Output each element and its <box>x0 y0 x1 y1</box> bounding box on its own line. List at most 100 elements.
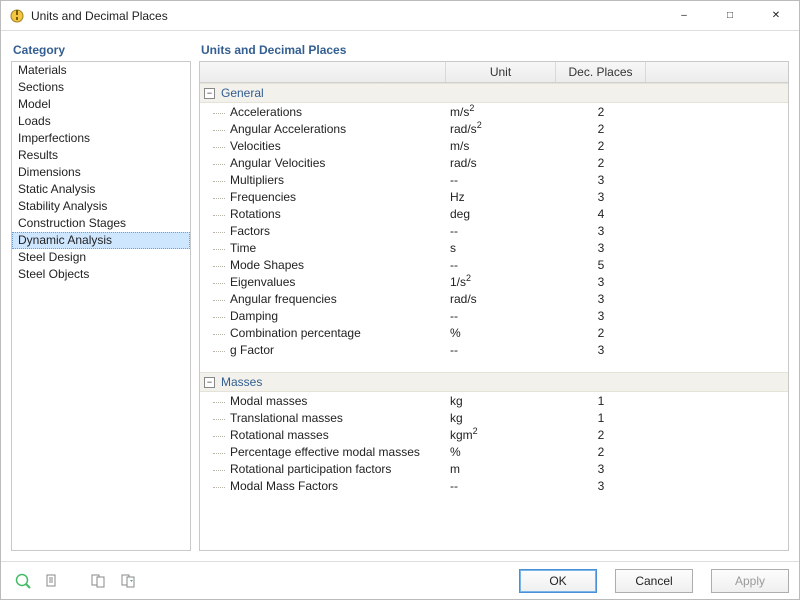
table-row[interactable]: Times3 <box>200 239 788 256</box>
cell-unit[interactable]: kg <box>446 411 556 425</box>
table-row[interactable]: Percentage effective modal masses%2 <box>200 443 788 460</box>
cell-dec[interactable]: 3 <box>556 343 646 357</box>
cell-dec[interactable]: 1 <box>556 411 646 425</box>
cell-name: Eigenvalues <box>200 275 446 289</box>
cell-unit[interactable]: Hz <box>446 190 556 204</box>
save-profile-button[interactable] <box>117 569 141 593</box>
cancel-button[interactable]: Cancel <box>615 569 693 593</box>
minimize-button[interactable]: – <box>661 1 707 31</box>
cell-name: Time <box>200 241 446 255</box>
sidebar-item[interactable]: Model <box>12 96 190 113</box>
ok-button[interactable]: OK <box>519 569 597 593</box>
table-row[interactable]: Angular frequenciesrad/s3 <box>200 290 788 307</box>
cell-dec[interactable]: 2 <box>556 105 646 119</box>
cell-dec[interactable]: 2 <box>556 428 646 442</box>
table-header: Unit Dec. Places <box>200 62 788 83</box>
table-row[interactable]: Modal masseskg1 <box>200 392 788 409</box>
cell-unit[interactable]: -- <box>446 224 556 238</box>
cell-unit[interactable]: rad/s <box>446 156 556 170</box>
close-button[interactable]: ✕ <box>753 1 799 31</box>
cell-unit[interactable]: -- <box>446 479 556 493</box>
apply-button[interactable]: Apply <box>711 569 789 593</box>
cell-unit[interactable]: deg <box>446 207 556 221</box>
table-row[interactable]: Multipliers--3 <box>200 171 788 188</box>
cell-dec[interactable]: 4 <box>556 207 646 221</box>
cell-unit[interactable]: m <box>446 462 556 476</box>
cell-dec[interactable]: 3 <box>556 241 646 255</box>
sidebar-item[interactable]: Imperfections <box>12 130 190 147</box>
table-row[interactable]: Modal Mass Factors--3 <box>200 477 788 494</box>
cell-dec[interactable]: 2 <box>556 156 646 170</box>
cell-dec[interactable]: 3 <box>556 309 646 323</box>
sidebar-item[interactable]: Static Analysis <box>12 181 190 198</box>
table-row[interactable]: Combination percentage%2 <box>200 324 788 341</box>
load-profile-button[interactable] <box>87 569 111 593</box>
maximize-button[interactable]: □ <box>707 1 753 31</box>
sidebar-item[interactable]: Sections <box>12 79 190 96</box>
sidebar-item[interactable]: Results <box>12 147 190 164</box>
cell-unit[interactable]: -- <box>446 258 556 272</box>
defaults-button[interactable] <box>41 569 65 593</box>
cell-unit[interactable]: kg <box>446 394 556 408</box>
table-row[interactable]: Factors--3 <box>200 222 788 239</box>
cell-unit[interactable]: % <box>446 326 556 340</box>
cell-dec[interactable]: 3 <box>556 173 646 187</box>
cell-dec[interactable]: 3 <box>556 462 646 476</box>
sidebar-item[interactable]: Dimensions <box>12 164 190 181</box>
sidebar-item[interactable]: Steel Design <box>12 249 190 266</box>
cell-unit[interactable]: m/s <box>446 139 556 153</box>
cell-name: Rotational participation factors <box>200 462 446 476</box>
cell-dec[interactable]: 3 <box>556 275 646 289</box>
cell-dec[interactable]: 1 <box>556 394 646 408</box>
sidebar-item[interactable]: Steel Objects <box>12 266 190 283</box>
sidebar-item[interactable]: Construction Stages <box>12 215 190 232</box>
sidebar-item[interactable]: Materials <box>12 62 190 79</box>
cell-unit[interactable]: -- <box>446 173 556 187</box>
cell-unit[interactable]: s <box>446 241 556 255</box>
cell-dec[interactable]: 3 <box>556 292 646 306</box>
table-row[interactable]: Accelerationsm/s22 <box>200 103 788 120</box>
cell-name: Translational masses <box>200 411 446 425</box>
collapse-icon[interactable]: − <box>204 88 215 99</box>
cell-dec[interactable]: 2 <box>556 139 646 153</box>
table-row[interactable]: Translational masseskg1 <box>200 409 788 426</box>
table-row[interactable]: Rotational participation factorsm3 <box>200 460 788 477</box>
table-row[interactable]: Mode Shapes--5 <box>200 256 788 273</box>
sidebar: Category MaterialsSectionsModelLoadsImpe… <box>11 41 191 551</box>
help-button[interactable] <box>11 569 35 593</box>
cell-unit[interactable]: kgm2 <box>446 428 556 442</box>
group-header[interactable]: −General <box>200 83 788 103</box>
cell-dec[interactable]: 3 <box>556 190 646 204</box>
cell-name: Rotational masses <box>200 428 446 442</box>
sidebar-item[interactable]: Loads <box>12 113 190 130</box>
cell-unit[interactable]: rad/s2 <box>446 122 556 136</box>
cell-unit[interactable]: 1/s2 <box>446 275 556 289</box>
cell-unit[interactable]: m/s2 <box>446 105 556 119</box>
cell-dec[interactable]: 3 <box>556 224 646 238</box>
table-row[interactable]: Rotationsdeg4 <box>200 205 788 222</box>
cell-name: Mode Shapes <box>200 258 446 272</box>
cell-unit[interactable]: % <box>446 445 556 459</box>
cell-name: g Factor <box>200 343 446 357</box>
cell-dec[interactable]: 2 <box>556 122 646 136</box>
cell-dec[interactable]: 2 <box>556 326 646 340</box>
table-row[interactable]: Eigenvalues1/s23 <box>200 273 788 290</box>
sidebar-item[interactable]: Dynamic Analysis <box>12 232 190 249</box>
table-row[interactable]: Angular Velocitiesrad/s2 <box>200 154 788 171</box>
cell-unit[interactable]: -- <box>446 309 556 323</box>
table-row[interactable]: Angular Accelerationsrad/s22 <box>200 120 788 137</box>
table-row[interactable]: Rotational masseskgm22 <box>200 426 788 443</box>
cell-unit[interactable]: -- <box>446 343 556 357</box>
table-row[interactable]: Damping--3 <box>200 307 788 324</box>
cell-dec[interactable]: 2 <box>556 445 646 459</box>
group-header[interactable]: −Masses <box>200 372 788 392</box>
table-row[interactable]: g Factor--3 <box>200 341 788 358</box>
table-row[interactable]: FrequenciesHz3 <box>200 188 788 205</box>
cell-dec[interactable]: 3 <box>556 479 646 493</box>
app-icon <box>9 8 25 24</box>
collapse-icon[interactable]: − <box>204 377 215 388</box>
cell-dec[interactable]: 5 <box>556 258 646 272</box>
table-row[interactable]: Velocitiesm/s2 <box>200 137 788 154</box>
sidebar-item[interactable]: Stability Analysis <box>12 198 190 215</box>
cell-unit[interactable]: rad/s <box>446 292 556 306</box>
